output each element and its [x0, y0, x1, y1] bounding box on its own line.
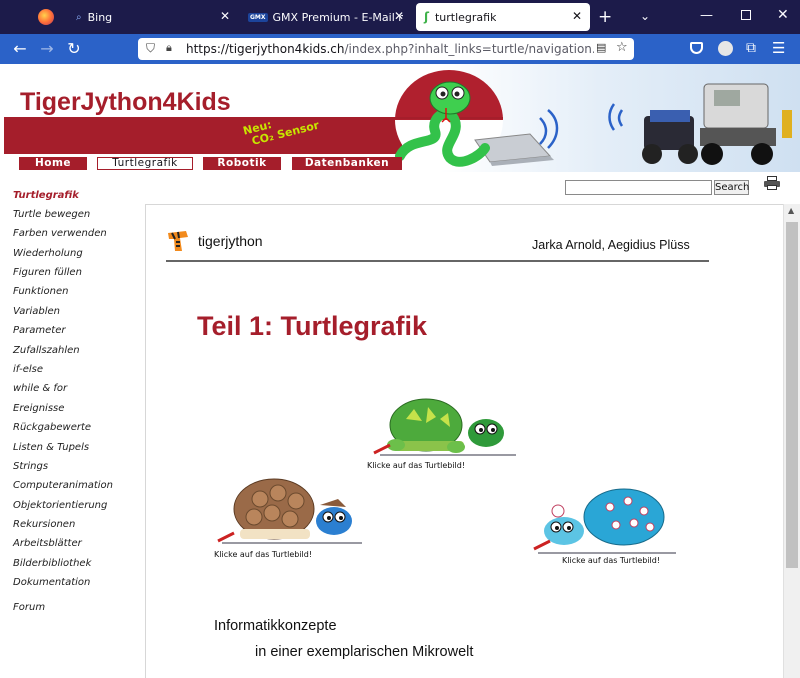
tab-turtlegrafik[interactable]: ʃ turtlegrafik ✕ [416, 3, 590, 31]
search-button[interactable]: Search [714, 180, 749, 195]
sidebar-item-zufallszahlen[interactable]: Zufallszahlen [13, 345, 80, 356]
sidebar-item-arbeitsblaetter[interactable]: Arbeitsblätter [13, 538, 82, 549]
site-title[interactable]: TigerJython4Kids [20, 88, 231, 117]
minimize-button[interactable]: — [700, 8, 713, 23]
turtle-caption: Klicke auf das Turtlebild! [562, 556, 661, 565]
printer-icon[interactable] [764, 176, 780, 190]
menu-robotik[interactable]: Robotik [203, 157, 281, 170]
close-tab-icon[interactable]: ✕ [572, 9, 582, 23]
menu-turtlegrafik[interactable]: Turtlegrafik [97, 157, 193, 170]
tab-label: Bing [87, 10, 113, 24]
bookmark-star-icon[interactable]: ☆ [616, 40, 628, 55]
close-tab-icon[interactable]: ✕ [394, 9, 404, 23]
sidebar-item-turtlegrafik[interactable]: Turtlegrafik [13, 190, 79, 201]
sidebar-item-figuren-fuellen[interactable]: Figuren füllen [13, 267, 82, 278]
snake-favicon-icon: ʃ [424, 10, 429, 24]
sidebar-item-if-else[interactable]: if-else [13, 364, 43, 375]
sidebar-item-ereignisse[interactable]: Ereignisse [13, 403, 64, 414]
reload-icon[interactable]: ↻ [64, 40, 84, 58]
concept-line-2: in einer exemplarischen Mikrowelt [255, 644, 474, 660]
lock-icon[interactable]: 🔒︎ [166, 41, 172, 55]
menu-datenbanken[interactable]: Datenbanken [292, 157, 402, 170]
turtle-caption: Klicke auf das Turtlebild! [214, 550, 313, 559]
sidebar-item-parameter[interactable]: Parameter [13, 325, 65, 336]
sidebar-item-farben-verwenden[interactable]: Farben verwenden [13, 228, 107, 239]
account-avatar-icon[interactable] [718, 41, 733, 56]
back-arrow-icon[interactable]: ← [10, 40, 30, 58]
turtle-image-blue[interactable] [528, 487, 680, 555]
sidebar-item-while-for[interactable]: while & for [13, 383, 67, 394]
tab-label: GMX Premium - E-Mail made in Germany [272, 10, 403, 24]
new-tab-button[interactable]: + [598, 7, 612, 27]
sidebar-item-rueckgabewerte[interactable]: Rückgabewerte [13, 422, 91, 433]
sidebar-item-objektorientierung[interactable]: Objektorientierung [13, 500, 107, 511]
reader-view-icon[interactable]: ▤ [596, 41, 606, 54]
sidebar-item-bilderbibliothek[interactable]: Bilderbibliothek [13, 558, 91, 569]
menu-home[interactable]: Home [19, 157, 87, 170]
scrollbar-thumb[interactable] [786, 222, 798, 568]
robots-illustration [608, 83, 792, 165]
logo-text: tigerjython [198, 233, 263, 249]
web-page: TigerJython4Kids Neu: CO₂ Sensor Home Tu… [0, 64, 800, 678]
sidebar-item-funktionen[interactable]: Funktionen [13, 286, 68, 297]
browser-nav-bar: ← → ↻ ⛉ 🔒︎ https://tigerjython4kids.ch/i… [0, 34, 800, 64]
sidebar-item-rekursionen[interactable]: Rekursionen [13, 519, 75, 530]
extensions-icon[interactable]: ⧉ [746, 40, 756, 56]
banner-red-band [4, 117, 402, 154]
tigerjython-logo-icon [166, 229, 190, 253]
scroll-up-icon[interactable]: ▲ [788, 206, 794, 215]
tab-label: turtlegrafik [434, 10, 497, 24]
forward-arrow-icon[interactable]: → [37, 40, 57, 58]
tab-bing[interactable]: ⌕ Bing ✕ [68, 3, 238, 31]
sidebar-item-listen-tupels[interactable]: Listen & Tupels [13, 442, 89, 453]
close-tab-icon[interactable]: ✕ [220, 9, 230, 23]
site-banner: TigerJython4Kids Neu: CO₂ Sensor Home Tu… [0, 64, 800, 172]
snake-laptop-illustration [395, 81, 559, 167]
tab-gmx[interactable]: GMX GMX Premium - E-Mail made in Germany… [240, 3, 412, 31]
main-content: tigerjython Jarka Arnold, Aegidius Plüss… [145, 204, 783, 678]
content-scrollbar[interactable]: ▲ [783, 204, 800, 678]
sidebar-item-strings[interactable]: Strings [13, 461, 48, 472]
search-icon: ⌕ [76, 11, 82, 23]
firefox-menu-icon[interactable] [38, 9, 54, 25]
search-input[interactable] [565, 180, 712, 195]
sidebar-item-forum[interactable]: Forum [13, 602, 45, 613]
turtle-image-brown[interactable] [212, 473, 372, 549]
pocket-icon[interactable] [690, 42, 703, 54]
address-bar[interactable]: ⛉ 🔒︎ https://tigerjython4kids.ch/index.p… [138, 38, 634, 60]
header-divider [166, 260, 709, 262]
sidebar-item-dokumentation[interactable]: Dokumentation [13, 577, 90, 588]
shield-icon[interactable]: ⛉ [146, 41, 155, 56]
gmx-icon: GMX [248, 12, 268, 22]
close-window-button[interactable]: ✕ [777, 7, 789, 23]
page-title: Teil 1: Turtlegrafik [197, 311, 428, 341]
sidebar-item-computeranimation[interactable]: Computeranimation [13, 480, 113, 491]
url-text: https://tigerjython4kids.ch/index.php?in… [186, 42, 594, 56]
sidebar-item-wiederholung[interactable]: Wiederholung [13, 248, 83, 259]
turtle-image-green[interactable] [366, 389, 526, 461]
chevron-down-icon[interactable]: ⌄ [640, 9, 650, 23]
turtle-caption: Klicke auf das Turtlebild! [367, 461, 466, 470]
browser-tab-bar: ⌕ Bing ✕ GMX GMX Premium - E-Mail made i… [0, 0, 800, 34]
sidebar-item-variablen[interactable]: Variablen [13, 306, 60, 317]
sidebar-item-turtle-bewegen[interactable]: Turtle bewegen [13, 209, 90, 220]
concept-line-1: Informatikkonzepte [214, 618, 337, 634]
authors: Jarka Arnold, Aegidius Plüss [532, 238, 690, 252]
hamburger-menu-icon[interactable]: ☰ [772, 39, 785, 57]
maximize-button[interactable] [741, 10, 751, 20]
